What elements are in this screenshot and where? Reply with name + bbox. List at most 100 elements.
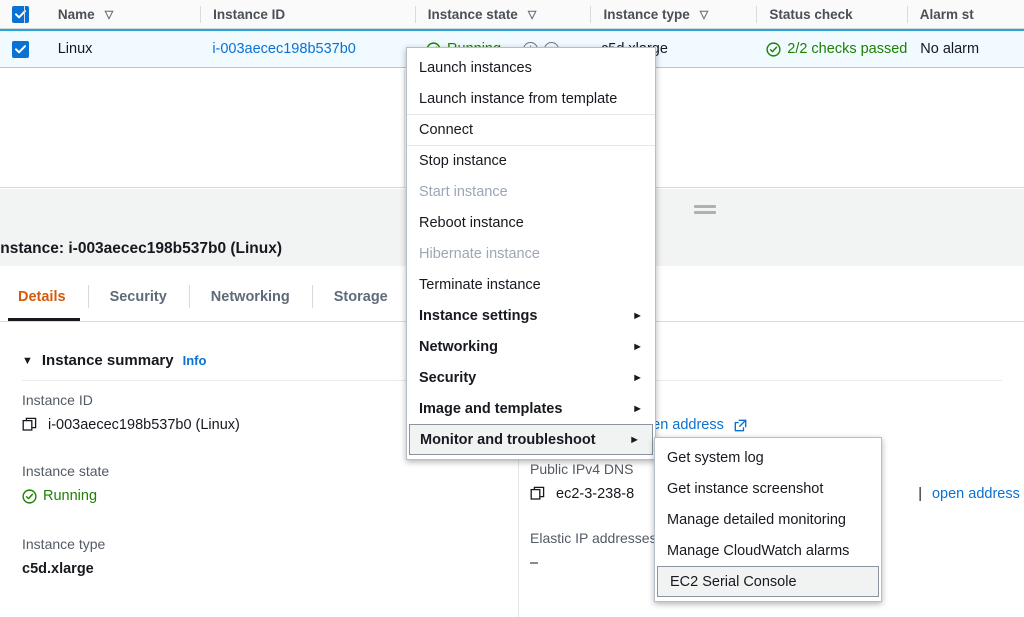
field-value: Running — [22, 488, 492, 504]
dns-suffix: | — [918, 486, 922, 502]
menu-item-monitor-and-troubleshoot[interactable]: Monitor and troubleshoot ► — [409, 424, 653, 455]
column-header-instance-id[interactable]: Instance ID — [200, 0, 415, 29]
column-header-label: Instance type — [603, 7, 689, 22]
chevron-right-icon: ► — [632, 341, 643, 353]
instance-id-value: i-003aecec198b537b0 (Linux) — [48, 417, 240, 433]
column-header-label: Alarm st — [920, 7, 974, 22]
column-header-label: Status check — [769, 7, 852, 22]
submenu-item-manage-detailed-monitoring[interactable]: Manage detailed monitoring — [655, 504, 881, 535]
tab-details[interactable]: Details — [0, 272, 88, 321]
sort-descending-icon[interactable]: ▽ — [528, 8, 536, 21]
menu-item-label: Manage detailed monitoring — [667, 512, 846, 528]
menu-item-label: Launch instance from template — [419, 91, 617, 107]
menu-item-label: Manage CloudWatch alarms — [667, 543, 849, 559]
menu-item-reboot-instance[interactable]: Reboot instance — [407, 207, 655, 238]
field-label: Instance type — [22, 536, 492, 552]
menu-item-label: Networking — [419, 339, 498, 355]
info-link[interactable]: Info — [183, 353, 207, 368]
column-header-label: Instance ID — [213, 7, 285, 22]
instance-summary-header[interactable]: ▼ Instance summary Info — [0, 352, 206, 369]
menu-item-label: Monitor and troubleshoot — [420, 432, 596, 448]
ec2-console-screen: Name ▽ Instance ID Instance state ▽ Inst… — [0, 0, 1024, 617]
submenu-item-manage-cloudwatch-alarms[interactable]: Manage CloudWatch alarms — [655, 535, 881, 566]
sort-descending-icon[interactable]: ▽ — [105, 8, 113, 21]
column-header-name[interactable]: Name ▽ — [41, 0, 200, 29]
field-label: Instance state — [22, 463, 492, 479]
tab-storage[interactable]: Storage — [312, 272, 410, 321]
menu-item-label: EC2 Serial Console — [670, 574, 797, 590]
drag-handle-bar — [694, 205, 716, 208]
status-success-icon — [22, 489, 37, 504]
menu-item-stop-instance[interactable]: Stop instance — [407, 145, 655, 176]
menu-item-hibernate-instance: Hibernate instance — [407, 238, 655, 269]
header-divider — [907, 6, 908, 23]
menu-item-label: Launch instances — [419, 60, 532, 76]
chevron-right-icon: ► — [632, 403, 643, 415]
submenu-item-get-system-log[interactable]: Get system log — [655, 442, 881, 473]
field-value: open address — [636, 417, 1010, 433]
header-divider — [24, 6, 25, 23]
column-header-instance-state[interactable]: Instance state ▽ — [415, 0, 591, 29]
menu-item-start-instance: Start instance — [407, 176, 655, 207]
menu-item-label: Image and templates — [419, 401, 562, 417]
instance-type-value: c5d.xlarge — [22, 561, 492, 577]
row-select-checkbox[interactable] — [0, 41, 41, 58]
monitor-and-troubleshoot-submenu: Get system log Get instance screenshot M… — [654, 437, 882, 602]
column-header-status-check[interactable]: Status check — [756, 0, 906, 29]
split-panel-drag-handle[interactable] — [694, 205, 716, 217]
menu-item-launch-instances[interactable]: Launch instances — [407, 52, 655, 83]
submenu-item-ec2-serial-console[interactable]: EC2 Serial Console — [657, 566, 879, 597]
column-separator — [404, 70, 405, 187]
menu-item-terminate-instance[interactable]: Terminate instance — [407, 269, 655, 300]
external-link-icon[interactable] — [734, 419, 747, 432]
cell-name: Linux — [41, 31, 200, 67]
menu-item-connect[interactable]: Connect — [407, 114, 655, 145]
tab-divider — [312, 285, 313, 308]
tab-label: Networking — [211, 289, 290, 305]
tab-label: Security — [110, 289, 167, 305]
column-header-label: Instance state — [428, 7, 518, 22]
chevron-right-icon: ► — [632, 372, 643, 384]
sort-descending-icon[interactable]: ▽ — [700, 8, 708, 21]
column-header-label: Name — [58, 7, 95, 22]
instance-actions-context-menu: Launch instances Launch instance from te… — [406, 47, 656, 460]
header-divider — [590, 6, 591, 23]
submenu-item-get-instance-screenshot[interactable]: Get instance screenshot — [655, 473, 881, 504]
menu-item-instance-settings[interactable]: Instance settings ► — [407, 300, 655, 331]
tab-networking[interactable]: Networking — [189, 272, 312, 321]
field-instance-type: Instance type c5d.xlarge — [22, 536, 492, 577]
instance-state-value: Running — [43, 488, 97, 504]
menu-item-image-and-templates[interactable]: Image and templates ► — [407, 393, 655, 424]
field-instance-state: Instance state Running — [22, 463, 492, 504]
caret-down-icon[interactable]: ▼ — [22, 355, 33, 367]
tab-divider — [88, 285, 89, 308]
column-header-instance-type[interactable]: Instance type ▽ — [590, 0, 756, 29]
public-dns-value: ec2-3-238-8 — [556, 486, 634, 502]
chevron-right-icon: ► — [632, 310, 643, 322]
tab-security[interactable]: Security — [88, 272, 189, 321]
column-header-alarm-status[interactable]: Alarm st — [907, 0, 1024, 29]
open-address-link[interactable]: open address — [932, 486, 1020, 502]
menu-item-label: Stop instance — [419, 153, 507, 169]
header-divider — [756, 6, 757, 23]
table-header-row: Name ▽ Instance ID Instance state ▽ Inst… — [0, 0, 1024, 29]
header-divider — [415, 6, 416, 23]
menu-item-label: Get instance screenshot — [667, 481, 823, 497]
menu-item-label: Connect — [419, 122, 473, 138]
copy-icon[interactable] — [22, 417, 38, 433]
menu-item-label: Get system log — [667, 450, 764, 466]
menu-item-label: Instance settings — [419, 308, 537, 324]
split-panel-title-text: Instance: i-003aecec198b537b0 (Linux) — [0, 240, 282, 258]
menu-item-networking[interactable]: Networking ► — [407, 331, 655, 362]
checkbox-checked-icon — [12, 6, 29, 23]
menu-item-label: Terminate instance — [419, 277, 541, 293]
copy-icon[interactable] — [530, 486, 546, 502]
status-check-label: 2/2 checks passed — [787, 41, 907, 57]
cell-instance-id-link[interactable]: i-003aecec198b537b0 — [199, 31, 413, 67]
menu-item-security[interactable]: Security ► — [407, 362, 655, 393]
menu-item-launch-instance-from-template[interactable]: Launch instance from template — [407, 83, 655, 114]
select-all-checkbox[interactable] — [0, 6, 41, 23]
cell-alarm-status: No alarm — [907, 31, 1024, 67]
tab-label: Details — [18, 289, 66, 305]
tab-divider — [189, 285, 190, 308]
